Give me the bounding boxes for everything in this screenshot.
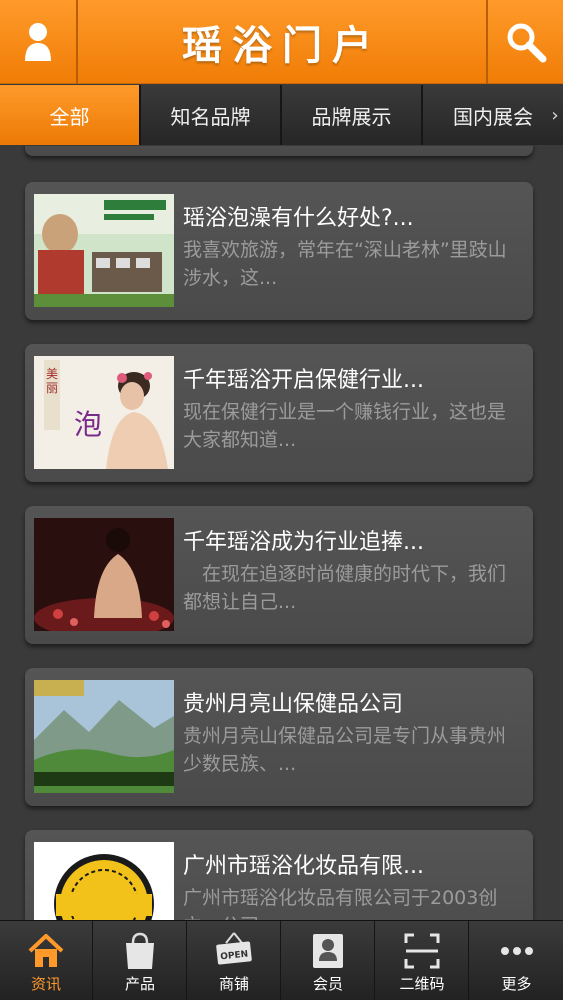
article-summary: 我喜欢旅游，常年在“深山老林”里跂山涉水，这...	[183, 239, 507, 289]
search-icon	[507, 23, 546, 63]
shopping-bag-icon	[126, 932, 154, 969]
list-item[interactable]: 贵州月亮山保健品公司 贵州月亮山保健品公司是专门从事贵州少数民族、...	[25, 668, 533, 806]
article-thumbnail: 美 丽 泡	[34, 356, 174, 469]
article-title: 千年瑶浴开启保健行业...	[183, 368, 424, 393]
tab-brand-showcase[interactable]: 品牌展示	[282, 85, 423, 145]
nav-label: 更多	[501, 975, 532, 993]
nav-qrcode[interactable]: 二维码	[376, 921, 469, 1000]
nav-label: 会员	[312, 975, 343, 993]
more-dots-icon	[500, 947, 533, 955]
article-summary: 在现在追逐时尚健康的时代下，我们都想让自己...	[183, 563, 507, 613]
nav-news[interactable]: 资讯	[0, 921, 93, 1000]
article-title: 贵州月亮山保健品公司	[183, 692, 404, 717]
open-sign-icon: OPEN	[216, 932, 252, 965]
app-header: 瑶浴门户	[0, 0, 563, 84]
app-title: 瑶浴门户	[182, 22, 382, 69]
tab-label: 知名品牌	[170, 104, 251, 129]
category-tabs: ‹ 全部 知名品牌 品牌展示 国内展会 ›	[0, 85, 563, 145]
qr-scan-icon	[404, 933, 440, 969]
nav-members[interactable]: 会员	[282, 921, 375, 1000]
tab-label: 品牌展示	[311, 104, 392, 129]
nav-products[interactable]: 产品	[94, 921, 187, 1000]
nav-shops[interactable]: OPEN 商铺	[188, 921, 281, 1000]
article-title: 广州市瑶浴化妆品有限...	[183, 854, 424, 879]
member-card-icon	[313, 934, 343, 968]
list-item[interactable]: 千年瑶浴成为行业追捧... 在现在追逐时尚健康的时代下，我们都想让自己...	[25, 506, 533, 644]
nav-label: 二维码	[399, 975, 445, 993]
tab-label: 国内展会	[453, 104, 533, 129]
svg-text:丽: 丽	[46, 381, 58, 395]
article-title: 瑶浴泡澡有什么好处?...	[183, 206, 414, 231]
user-button[interactable]	[0, 0, 78, 84]
nav-more[interactable]: 更多	[470, 921, 563, 1000]
svg-text:泡: 泡	[74, 408, 102, 441]
tab-famous-brands[interactable]: 知名品牌	[141, 85, 282, 145]
search-button[interactable]	[486, 0, 563, 84]
nav-label: 产品	[124, 975, 155, 993]
nav-label: 资讯	[30, 975, 61, 993]
tab-domestic-exhibitions[interactable]: 国内展会	[423, 85, 563, 145]
tabs-next-arrow[interactable]: ›	[547, 85, 563, 145]
tab-label: 全部	[49, 104, 90, 129]
article-thumbnail	[34, 680, 174, 793]
article-thumbnail	[34, 518, 174, 631]
article-thumbnail	[34, 194, 174, 307]
article-summary: 贵州月亮山保健品公司是专门从事贵州少数民族、...	[183, 725, 507, 775]
article-summary: 现在保健行业是一个赚钱行业，这也是大家都知道...	[183, 401, 507, 451]
list-item-partial[interactable]	[25, 146, 533, 156]
bottom-navigation: 资讯 产品 OPEN 商铺 会员 二维码 更多	[0, 920, 563, 1000]
list-item[interactable]: 美 丽 泡 千年瑶浴开启保健行业... 现在保健行业是一个赚钱行业，这也是大家都…	[25, 344, 533, 482]
article-summary: 广州市瑶浴化妆品有限公司于2003创立，公司...	[183, 887, 498, 920]
list-item[interactable]: 瑶浴泡澡有什么好处?... 我喜欢旅游，常年在“深山老林”里跂山涉水，这...	[25, 182, 533, 320]
article-thumbnail	[34, 842, 174, 920]
svg-text:美: 美	[46, 367, 58, 381]
home-icon	[28, 934, 64, 967]
article-list: 瑶浴泡澡有什么好处?... 我喜欢旅游，常年在“深山老林”里跂山涉水，这... …	[0, 146, 563, 920]
user-icon	[25, 23, 51, 61]
article-title: 千年瑶浴成为行业追捧...	[183, 530, 424, 555]
nav-label: 商铺	[218, 975, 249, 993]
list-item[interactable]: 广州市瑶浴化妆品有限... 广州市瑶浴化妆品有限公司于2003创立，公司...	[25, 830, 533, 920]
tab-all[interactable]: 全部	[0, 85, 141, 145]
